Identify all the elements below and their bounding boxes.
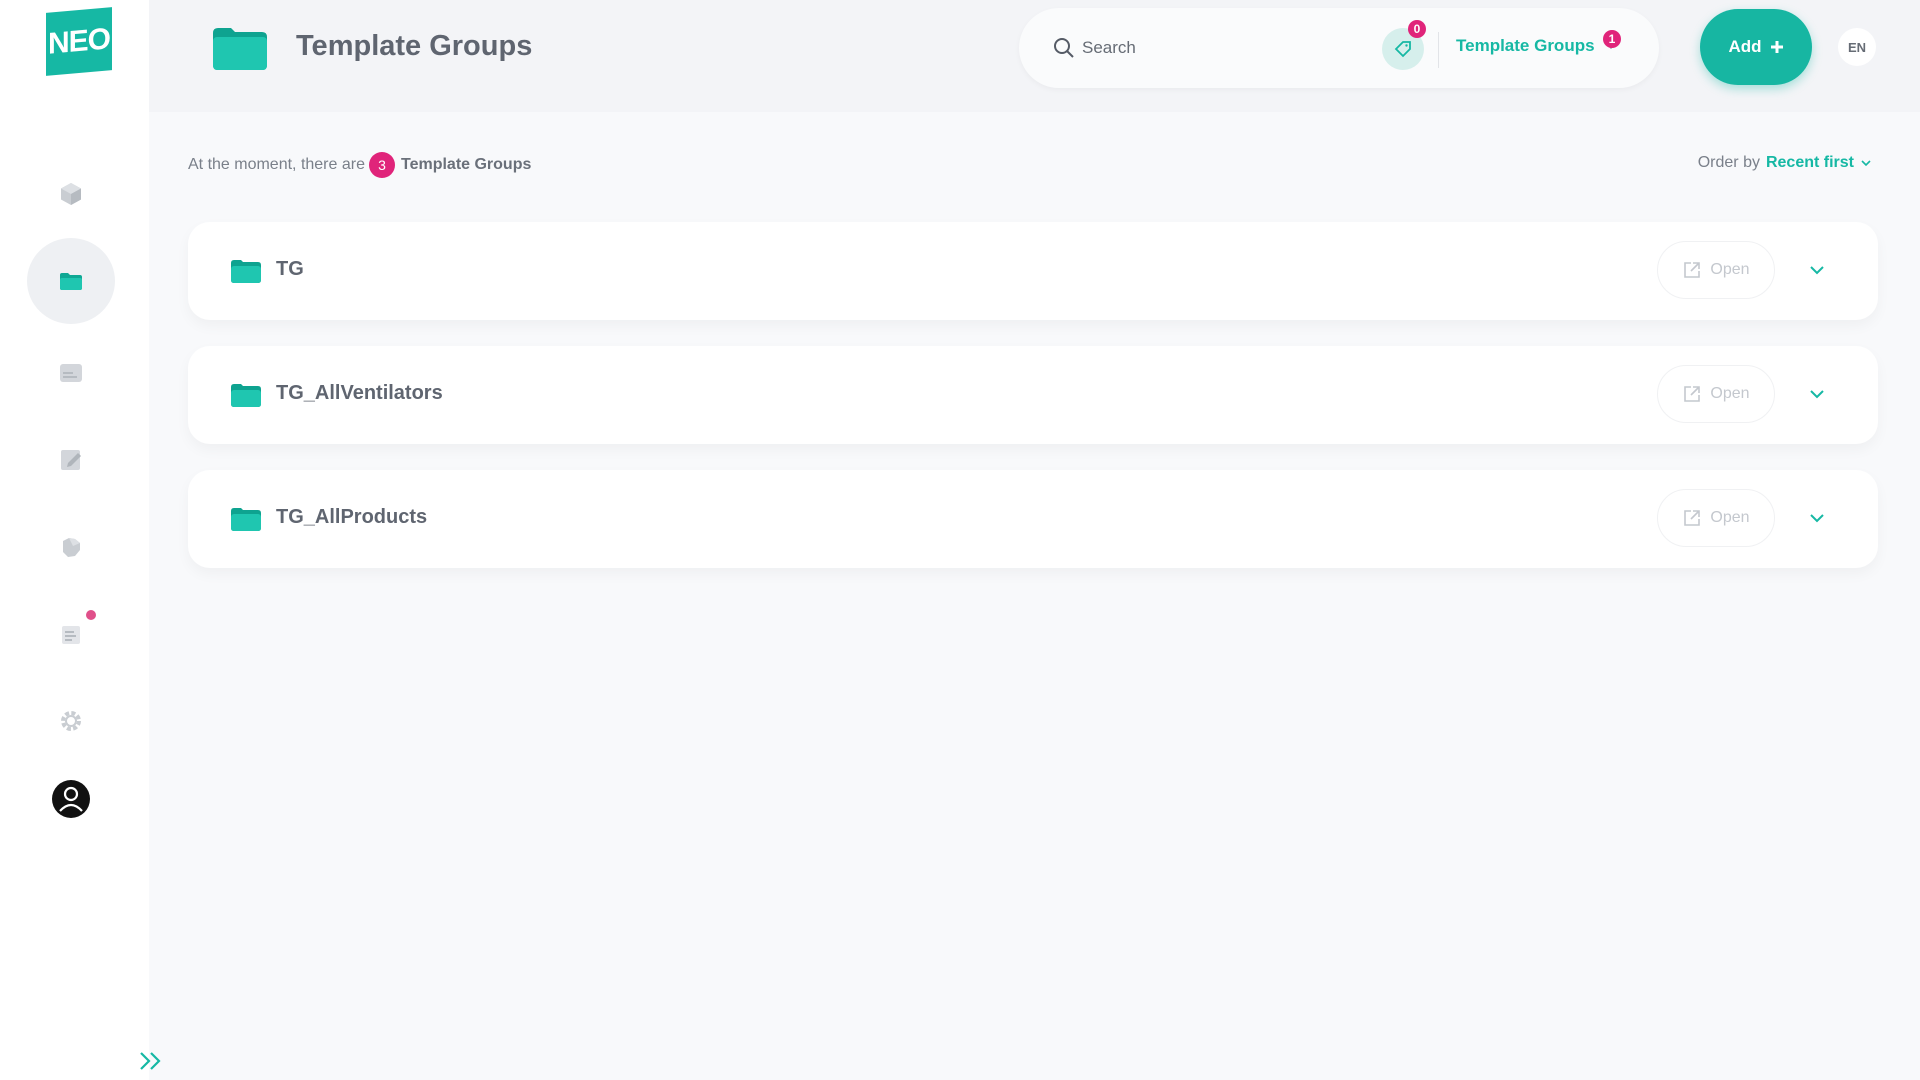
top-header: Template Groups 0 Template Groups 1 Add …: [149, 0, 1920, 112]
sidebar-item-profile[interactable]: [27, 756, 115, 842]
sidebar-item-template-groups[interactable]: [27, 238, 115, 324]
summary-prefix: At the moment, there are: [188, 156, 365, 173]
tag-filter-button[interactable]: 0: [1382, 20, 1426, 70]
neo-logo[interactable]: NEO: [46, 7, 112, 76]
order-by-select[interactable]: Order by Recent first: [1698, 154, 1872, 172]
summary-entity: Template Groups: [400, 156, 532, 173]
search-icon: [1054, 38, 1074, 58]
page-title: Template Groups: [296, 30, 533, 62]
list-item[interactable]: TG Open: [188, 222, 1878, 320]
list-item[interactable]: TG_AllProducts Open: [188, 470, 1878, 568]
scope-badge: 1: [1603, 30, 1621, 48]
sidebar-item-logs[interactable]: [27, 591, 115, 677]
sidebar: NEO: [0, 0, 161, 1080]
tag-icon: [1394, 41, 1411, 58]
open-label: Open: [1710, 509, 1750, 526]
divider: [1438, 32, 1439, 68]
open-button[interactable]: Open: [1657, 241, 1775, 299]
add-button-label: Add: [1728, 37, 1762, 56]
order-by-value: Recent first: [1765, 154, 1854, 171]
scope-select[interactable]: Template Groups 1: [1456, 30, 1621, 56]
user-avatar-icon: [52, 780, 90, 818]
folder-icon: [231, 260, 261, 283]
sidebar-item-settings[interactable]: [27, 678, 115, 764]
add-button[interactable]: Add: [1700, 9, 1812, 85]
open-label: Open: [1710, 261, 1750, 278]
notification-dot: [86, 610, 96, 620]
summary-text: At the moment, there are 3 Template Grou…: [188, 152, 531, 178]
search-bar: 0 Template Groups 1: [1019, 8, 1659, 88]
chevron-down-icon[interactable]: [1805, 382, 1829, 406]
external-link-icon: [1684, 262, 1701, 278]
sidebar-item-integrations[interactable]: [27, 504, 115, 590]
tag-count-badge: 0: [1408, 20, 1426, 38]
scope-label: Template Groups: [1456, 36, 1595, 55]
chevron-down-icon: [1861, 160, 1871, 167]
logo-text: NEO: [47, 21, 110, 61]
count-badge: 3: [368, 152, 395, 178]
sidebar-item-templates[interactable]: [27, 330, 115, 416]
edit-icon: [61, 450, 81, 470]
gear-icon: [61, 711, 81, 731]
document-list-icon: [62, 626, 80, 644]
open-label: Open: [1710, 385, 1750, 402]
cube-icon: [61, 183, 81, 205]
double-chevron-right-icon: [140, 1052, 161, 1070]
open-button[interactable]: Open: [1657, 365, 1775, 423]
external-link-icon: [1684, 510, 1701, 526]
external-link-icon: [1684, 386, 1701, 402]
puzzle-icon: [63, 538, 80, 557]
group-name: TG_AllVentilators: [276, 382, 443, 404]
list-item[interactable]: TG_AllVentilators Open: [188, 346, 1878, 444]
open-button[interactable]: Open: [1657, 489, 1775, 547]
folder-icon: [231, 508, 261, 531]
plus-icon: [1770, 41, 1783, 53]
folder-icon: [60, 273, 82, 290]
chevron-down-icon[interactable]: [1805, 258, 1829, 282]
sidebar-item-products[interactable]: [27, 151, 115, 237]
card-icon: [60, 364, 82, 382]
language-button[interactable]: EN: [1838, 28, 1876, 66]
chevron-down-icon[interactable]: [1805, 506, 1829, 530]
group-name: TG_AllProducts: [276, 506, 428, 528]
search-input[interactable]: [1082, 32, 1342, 64]
group-name: TG: [276, 258, 304, 280]
folder-icon: [213, 28, 267, 70]
order-by-label: Order by: [1697, 154, 1760, 171]
sidebar-expand-button[interactable]: [137, 1048, 165, 1074]
sidebar-item-edit[interactable]: [27, 417, 115, 503]
template-group-list: TG Open TG_AllVentilators Open TG_AllPro…: [188, 222, 1878, 594]
folder-icon: [231, 384, 261, 407]
